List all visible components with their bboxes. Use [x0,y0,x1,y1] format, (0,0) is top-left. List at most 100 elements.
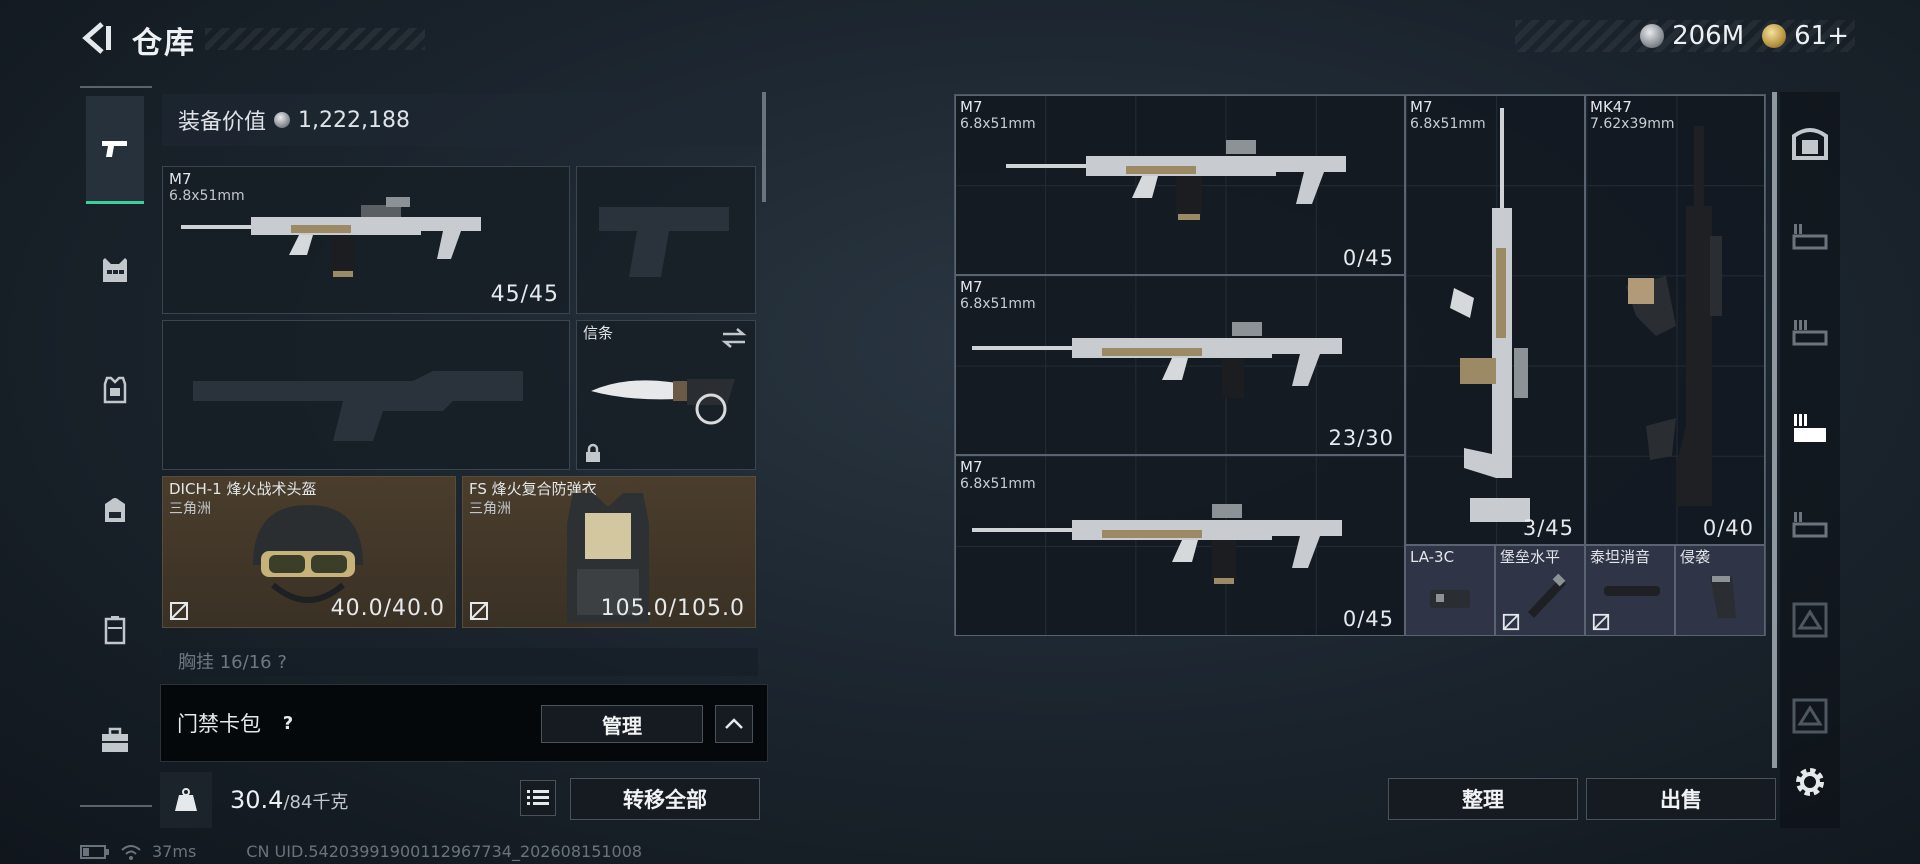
item-name: MK47 [1590,98,1632,116]
rifle-image [972,504,1342,584]
primary-weapon-slot[interactable]: M7 6.8x51mm 45/45 [162,166,570,314]
equipment-value: 装备价值 1,222,188 [162,94,762,146]
rifle-vertical-image [1626,126,1722,506]
no-insure-icon [1592,613,1610,631]
weight-readout: 30.4/84千克 [230,786,348,814]
pistol-icon [102,140,127,157]
currency-gold-value: 61+ [1794,21,1849,51]
secondary-weapon-slot[interactable] [576,166,756,314]
loadout-bottom-bar: 30.4/84千克 转移全部 [160,772,772,828]
nav-armor[interactable] [86,336,144,444]
wifi-icon [121,844,141,860]
silver-coin-icon [274,112,291,128]
swap-icon[interactable] [721,327,747,349]
armor-icon [103,376,127,404]
nav-frame-bottom [80,804,152,807]
currency-bar: 206M 61+ [1515,20,1855,52]
weight-max: /84千克 [283,792,349,813]
helmet-slot[interactable]: DICH-1 烽火战术头盔 三角洲 40.0/40.0 [162,476,456,628]
storage-page-icon [1792,698,1828,734]
storage-grid[interactable]: M7 6.8x51mm 0/45 M7 6.8x51mm 23/30 M7 6.… [954,94,1766,636]
storage-page-icon [1792,602,1828,638]
transfer-all-button[interactable]: 转移全部 [570,778,760,820]
item-ammo: 23/30 [1328,426,1394,450]
settings-gear-icon[interactable] [1790,762,1830,802]
gold-coin-icon [1762,24,1787,48]
attachment-item[interactable]: LA-3C [1405,545,1495,636]
storage-item[interactable]: MK47 7.62x39mm 0/40 [1585,95,1765,545]
list-icon [527,790,549,805]
storage-scrollbar[interactable] [1772,92,1777,768]
rifle-image [181,197,481,277]
item-name: M7 [960,458,983,476]
nav-storage-page-2[interactable] [1784,306,1836,358]
attachment-name: 侵袭 [1680,548,1711,566]
weight-icon [175,788,197,811]
attachment-name: 堡垒水平 [1500,548,1561,566]
attachment-item[interactable]: 泰坦消音 [1585,545,1675,636]
toolbox-icon [102,727,128,752]
armor-slot[interactable]: FS 烽火复合防弹衣 三角洲 105.0/105.0 [462,476,756,628]
back-icon[interactable] [78,20,114,56]
knife-image [591,379,735,425]
melee-slot[interactable]: 信条 [576,320,756,470]
armor-durability: 105.0/105.0 [600,596,745,621]
helmet-maker: 三角洲 [169,501,211,517]
muzzle-brake-image [1528,573,1566,618]
nav-storage-page-4[interactable] [1784,498,1836,550]
nav-backpack[interactable] [86,456,144,564]
collapse-button[interactable] [715,705,753,743]
nav-container[interactable] [86,576,144,684]
silver-coin-icon [1640,24,1665,48]
storage-item[interactable]: M7 6.8x51mm 0/45 [955,455,1405,636]
nav-frame-top [80,86,152,89]
no-insure-icon [470,602,488,620]
storage-item[interactable]: M7 6.8x51mm 3/45 [1405,95,1585,545]
nav-storage-page-1[interactable] [1784,210,1836,262]
item-name: M7 [960,98,983,116]
nav-weapons[interactable] [86,96,144,204]
nav-storage-page-6[interactable] [1784,690,1836,742]
armor-maker: 三角洲 [469,501,511,517]
attachment-item[interactable]: 堡垒水平 [1495,545,1585,636]
item-ammo: 3/45 [1522,516,1574,540]
nav-chest-rig[interactable] [86,216,144,324]
manage-button[interactable]: 管理 [541,705,703,743]
no-insure-icon [1502,613,1520,631]
nav-storage-page-3[interactable] [1784,402,1836,454]
storage-item[interactable]: M7 6.8x51mm 23/30 [955,275,1405,455]
safe-box-icon [1792,128,1828,160]
list-view-button[interactable] [520,780,556,816]
card-pack-label: 门禁卡包 [177,712,261,736]
rifle-image [972,322,1342,398]
access-card-pack: 门禁卡包 ? 管理 [160,684,768,762]
backpack-icon [105,498,125,522]
chest-rig-row[interactable]: 胸挂 16/16 ? [162,648,758,676]
rifle-vertical-image [1450,108,1530,522]
lock-icon [586,443,600,462]
nav-safe-box[interactable] [1784,118,1836,170]
attachment-item[interactable]: 侵袭 [1675,545,1765,636]
currency-gold[interactable]: 61+ [1762,21,1849,51]
title-stripe [205,28,425,50]
storage-page-icon-active [1794,414,1826,442]
rifle-silhouette-icon [193,371,523,441]
nav-storage-page-5[interactable] [1784,594,1836,646]
attachment-name: LA-3C [1410,548,1455,566]
attachment-name: 泰坦消音 [1590,548,1651,566]
sort-button[interactable]: 整理 [1388,778,1578,820]
grip-image [1710,576,1736,618]
nav-toolbox[interactable] [86,686,144,794]
secondary-primary-slot[interactable] [162,320,570,470]
storage-item[interactable]: M7 6.8x51mm 0/45 [955,95,1405,275]
loadout-scrollbar[interactable] [762,92,766,202]
help-icon[interactable]: ? [275,710,301,736]
uid-text: CN UID.54203991900112967734_202608151008 [246,842,643,861]
storage-page-icon [1792,320,1828,346]
no-insure-icon [170,602,188,620]
item-ammo: 0/40 [1702,516,1754,540]
chest-rig-icon [103,258,127,282]
equipment-value-amount: 1,222,188 [298,107,410,133]
item-ammo: 0/45 [1342,607,1394,631]
sell-button[interactable]: 出售 [1586,778,1776,820]
